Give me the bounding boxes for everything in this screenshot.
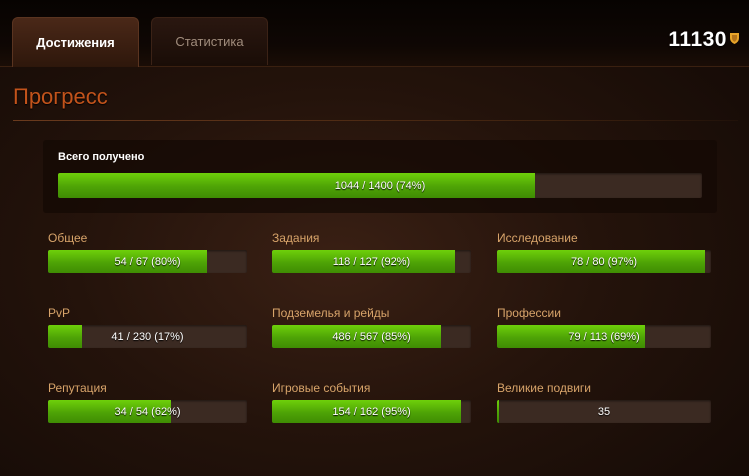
category-progress-text: 154 / 162 (95%)	[332, 405, 411, 418]
section-title: Прогресс	[13, 84, 108, 109]
shield-icon	[730, 33, 739, 44]
category-label[interactable]: Подземелья и рейды	[272, 306, 389, 320]
category-progress-text: 486 / 567 (85%)	[332, 330, 411, 343]
category-label[interactable]: Игровые события	[272, 381, 370, 395]
category-progress-text: 54 / 67 (80%)	[114, 255, 181, 268]
category-progress-bar[interactable]: 78 / 80 (97%)	[497, 250, 711, 273]
category-progress-bar[interactable]: 486 / 567 (85%)	[272, 325, 471, 348]
total-progress-text: 1044 / 1400 (74%)	[334, 179, 426, 192]
achievement-points: 11130	[668, 28, 727, 51]
category-progress-bar[interactable]: 154 / 162 (95%)	[272, 400, 471, 423]
category-progress-bar[interactable]: 118 / 127 (92%)	[272, 250, 471, 273]
total-progress-bar: 1044 / 1400 (74%)	[58, 173, 702, 198]
category-progress-bar[interactable]: 34 / 54 (62%)	[48, 400, 247, 423]
category-progress-text: 35	[597, 405, 611, 418]
category-progress-text: 78 / 80 (97%)	[570, 255, 638, 268]
category-label[interactable]: Репутация	[48, 381, 107, 395]
category-progress-text: 79 / 113 (69%)	[568, 330, 640, 343]
category-label[interactable]: Великие подвиги	[497, 381, 591, 395]
category-progress-bar[interactable]: 54 / 67 (80%)	[48, 250, 247, 273]
category-progress-text: 118 / 127 (92%)	[332, 255, 411, 268]
category-progress-text: 34 / 54 (62%)	[114, 405, 181, 418]
category-progress-bar[interactable]: 79 / 113 (69%)	[497, 325, 711, 348]
category-progress-text: 41 / 230 (17%)	[111, 330, 184, 343]
total-progress-panel: Всего получено 1044 / 1400 (74%)	[43, 140, 717, 213]
section-divider	[13, 120, 738, 121]
tab-achievements[interactable]: Достижения	[12, 17, 139, 67]
total-label: Всего получено	[58, 151, 145, 163]
category-progress-bar[interactable]: 41 / 230 (17%)	[48, 325, 247, 348]
category-label[interactable]: Общее	[48, 231, 87, 245]
top-bar: Достижения Статистика 11130	[0, 0, 749, 67]
category-label[interactable]: PvP	[48, 306, 70, 320]
category-progress-bar[interactable]: 35	[497, 400, 711, 423]
category-label[interactable]: Задания	[272, 231, 319, 245]
tab-statistics[interactable]: Статистика	[151, 17, 268, 65]
category-label[interactable]: Исследование	[497, 231, 578, 245]
category-label[interactable]: Профессии	[497, 306, 561, 320]
